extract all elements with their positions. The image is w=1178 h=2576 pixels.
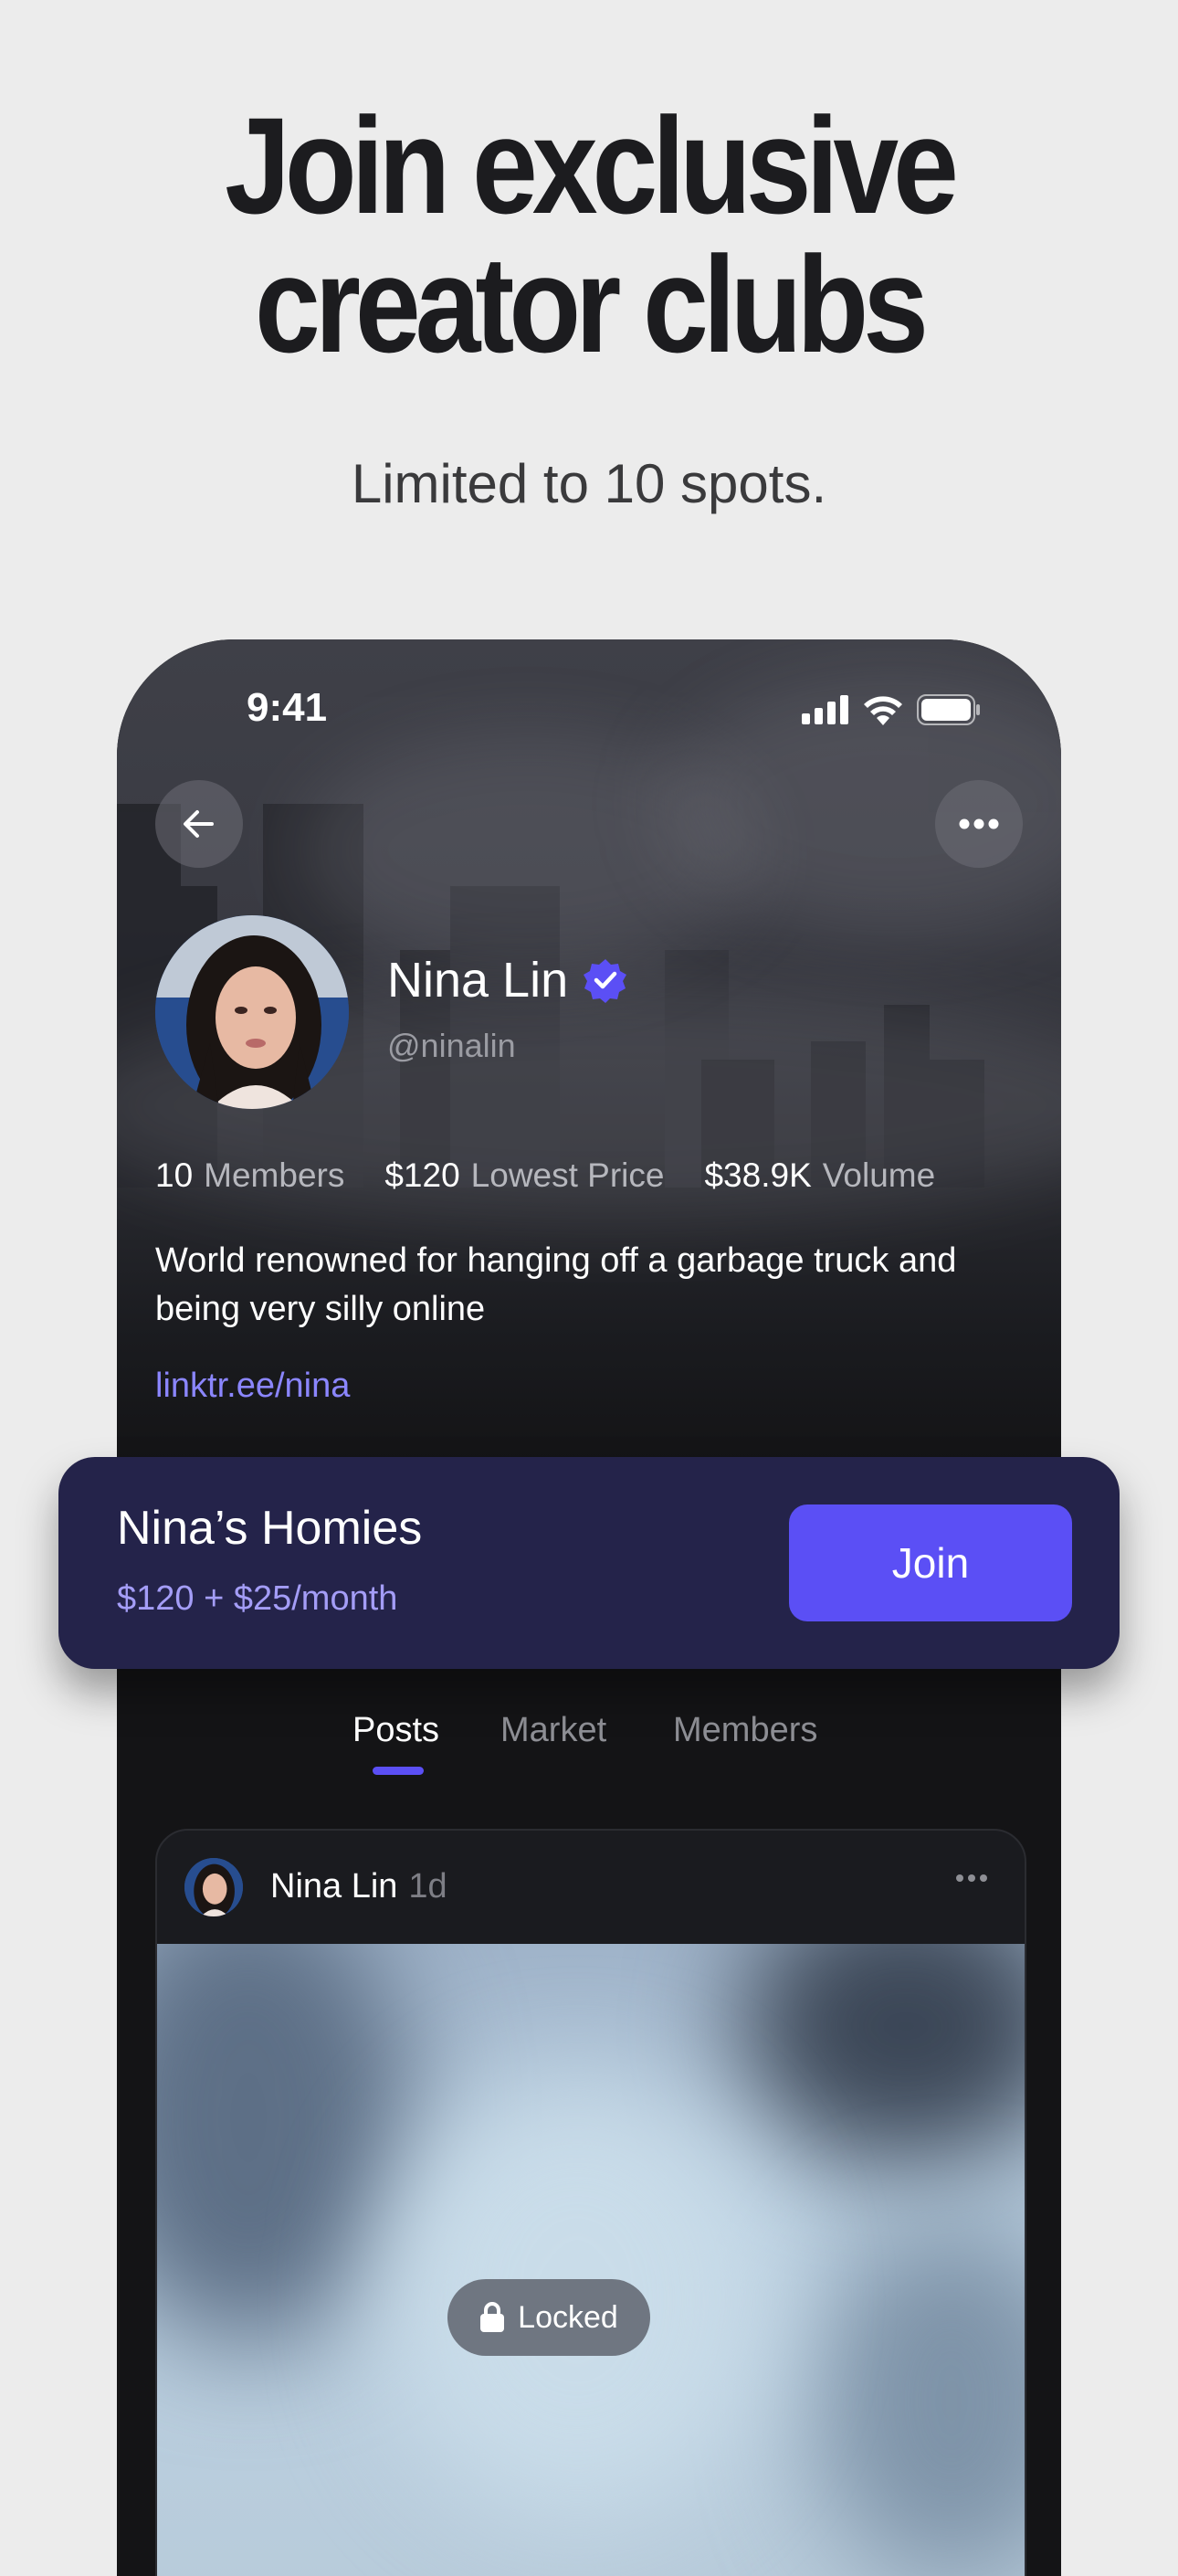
post-locked-image (157, 1944, 1025, 2576)
post-author[interactable]: Nina Lin (270, 1867, 397, 1906)
post-author-row: Nina Lin 1d (270, 1867, 447, 1906)
stat-members: 10 Members (155, 1156, 344, 1195)
profile-link[interactable]: linktr.ee/nina (155, 1367, 350, 1406)
locked-label: Locked (518, 2299, 618, 2335)
more-options-button[interactable] (935, 780, 1023, 868)
post-more-button[interactable] (955, 1871, 988, 1887)
more-icon (956, 1874, 987, 1882)
battery-icon (917, 694, 980, 725)
back-button[interactable] (155, 780, 243, 868)
profile-stats: 10 Members $120 Lowest Price $38.9K Volume (155, 1156, 935, 1195)
tab-members[interactable]: Members (673, 1711, 817, 1750)
join-button[interactable]: Join (789, 1504, 1072, 1621)
profile-bio: World renowned for hanging off a garbage… (155, 1241, 957, 1328)
back-arrow-icon (184, 810, 214, 838)
wifi-icon (864, 696, 902, 725)
status-time: 9:41 (247, 685, 328, 730)
post-avatar (184, 1858, 243, 1916)
profile-name: Nina Lin (387, 953, 569, 1008)
more-icon (959, 818, 999, 829)
subheadline: Limited to 10 spots. (351, 453, 827, 514)
locked-badge: Locked (447, 2279, 650, 2356)
stat-value: $38.9K (704, 1156, 812, 1194)
stat-volume: $38.9K Volume (704, 1156, 935, 1195)
tab-posts[interactable]: Posts (352, 1711, 439, 1750)
club-price: $120 + $25/month (117, 1579, 398, 1618)
active-tab-indicator (373, 1767, 424, 1775)
tab-market[interactable]: Market (500, 1711, 606, 1750)
profile-name-row: Nina Lin (387, 952, 628, 1008)
headline-line2: creator clubs (255, 227, 929, 381)
verified-badge-icon (584, 959, 627, 1003)
post-header: Nina Lin 1d (157, 1831, 1025, 1944)
signal-icon (802, 695, 848, 724)
stat-label: Lowest Price (470, 1156, 665, 1194)
status-icons (802, 694, 981, 725)
headline-line1: Join exclusive (225, 89, 959, 242)
stat-label: Volume (822, 1156, 936, 1194)
profile-handle: @ninalin (387, 1027, 516, 1064)
avatar (155, 915, 349, 1109)
club-card: Nina’s Homies $120 + $25/month Join (58, 1457, 1120, 1669)
stat-lowest-price: $120 Lowest Price (384, 1156, 664, 1195)
stat-label: Members (204, 1156, 345, 1194)
stat-value: $120 (384, 1156, 460, 1194)
post-card: Nina Lin 1d (155, 1829, 1026, 2576)
stat-value: 10 (155, 1156, 194, 1194)
club-title: Nina’s Homies (117, 1502, 423, 1555)
headline: Join exclusive creator clubs (82, 96, 1095, 374)
lock-icon (480, 2302, 505, 2332)
post-age: 1d (408, 1867, 447, 1906)
